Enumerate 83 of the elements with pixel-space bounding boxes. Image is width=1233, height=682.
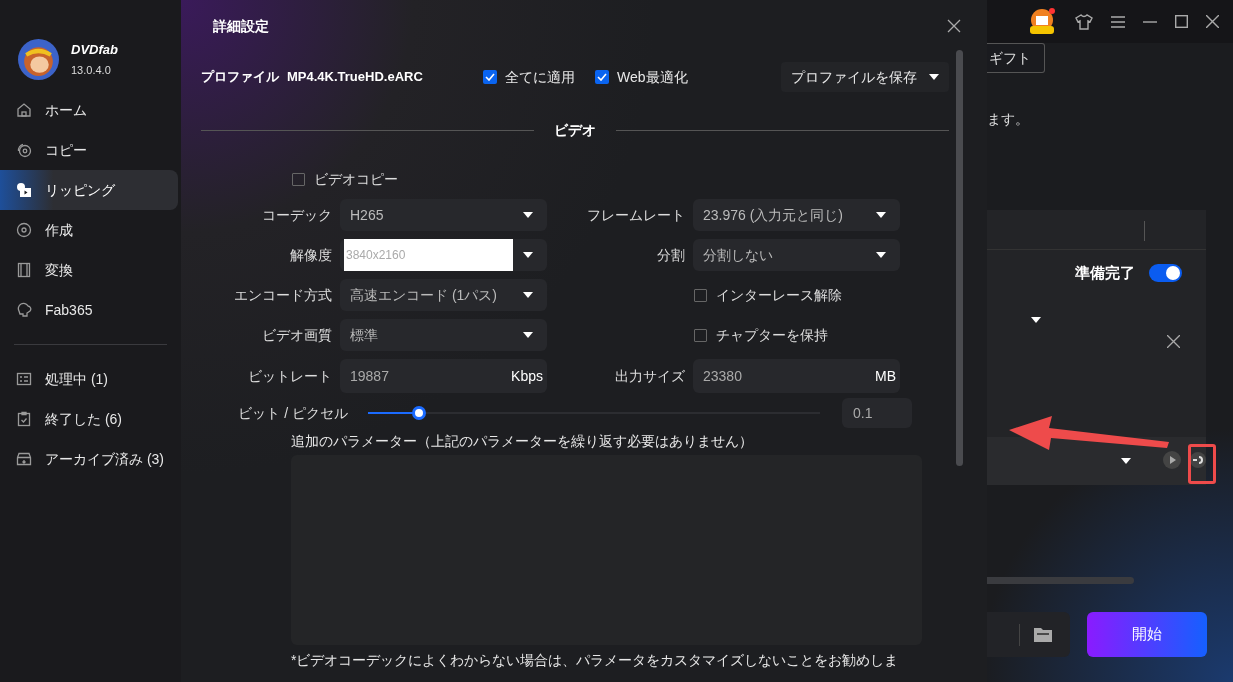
monkey-mascot-logo [18,38,59,80]
option-label: 全てに適用 [505,67,575,87]
maximize-icon[interactable] [1175,15,1188,28]
sidebar-item[interactable]: Fab365 [0,290,178,330]
brain-icon [16,302,32,318]
sidebar-item[interactable]: 処理中 (1) [0,359,181,399]
slider-label: ビット / ピクセル [237,403,348,423]
sidebar-item[interactable]: ホーム [0,90,178,130]
disc-icon [16,222,32,238]
field-label: エンコード方式 [233,285,332,305]
shirt-icon[interactable] [1075,13,1093,30]
message-text: ます。 [987,110,1029,129]
save-profile-dropdown[interactable]: プロファイルを保存 [781,62,949,92]
dialog-title: 詳細設定 [213,16,269,36]
field-label: コーデック [261,205,332,225]
app-name: DVDfab [71,40,118,59]
caret-icon [523,292,533,298]
ready-label: 準備完了 [1075,262,1135,283]
field-label: ビットレート [247,366,332,386]
close-icon[interactable] [947,19,961,33]
field-label: 分割 [656,245,685,265]
slider-thumb[interactable] [411,406,426,420]
slider[interactable] [368,406,820,420]
dropdown[interactable]: 標準 [340,319,547,351]
toggle-switch[interactable] [1149,264,1182,282]
sidebar-item[interactable]: リッピング [0,170,178,210]
sidebar-item[interactable]: 終了した (6) [0,399,181,439]
minimize-icon[interactable] [1143,20,1157,23]
menu-icon[interactable] [1111,15,1125,28]
checkbox-label: ビデオコピー [314,169,398,189]
sidebar-item[interactable]: コピー [0,130,178,170]
play-icon[interactable] [1163,451,1181,469]
section-heading: ビデオ [553,120,597,140]
option-label: Web最適化 [617,67,688,87]
caret-icon [523,332,533,338]
number-field[interactable]: 19887 Kbps [340,359,547,393]
params-label: 追加のパラメーター（上記のパラメーターを繰り返す必要はありません） [291,432,754,451]
caret-icon [523,212,533,218]
scrollbar[interactable] [956,50,963,466]
checklist-icon [16,371,32,387]
scrollbar[interactable] [987,577,1134,584]
highlight-frame [1188,444,1216,484]
slider-value-field[interactable]: 0.1 [842,398,912,428]
field-label: ビデオ画質 [261,325,332,345]
checkbox[interactable] [292,172,305,186]
close-icon[interactable] [1167,335,1180,348]
checkbox[interactable] [694,328,707,342]
close-icon[interactable] [1206,15,1219,28]
sidebar-item[interactable]: 変換 [0,250,178,290]
checkbox[interactable] [694,288,707,302]
field-label: 解像度 [289,245,332,265]
checkbox-label: インターレース解除 [716,285,842,305]
profile-name: MP4.4K.TrueHD.eARC [287,68,424,87]
dropdown[interactable]: 分割しない [693,239,900,271]
number-field[interactable]: 23380 MB [693,359,900,393]
discs-icon [16,142,32,158]
field-label: 出力サイズ [614,366,685,386]
field-label: フレームレート [586,205,685,225]
profile-label: プロファイル [201,68,279,87]
caret-icon [1121,458,1131,464]
caret-icon [876,212,886,218]
caret-icon [523,252,533,258]
dropdown[interactable]: 23.976 (入力元と同じ) [693,199,900,231]
dropdown[interactable]: 高速エンコード (1パス) [340,279,547,311]
folder-icon[interactable] [1034,627,1052,642]
checkbox[interactable] [483,70,497,84]
caret-icon [876,252,886,258]
caret-icon [1031,317,1041,323]
caret-icon [929,74,939,80]
checkbox[interactable] [595,70,609,84]
app-version: 13.0.4.0 [71,63,112,78]
checkbox-label: チャプターを保持 [716,325,828,345]
clipboard-check-icon [16,411,32,427]
home-icon [16,102,32,118]
sidebar-item[interactable]: 作成 [0,210,178,250]
sidebar-item[interactable]: アーカイブ済み (3) [0,439,181,479]
gift-free-badge-icon[interactable] [1027,7,1057,36]
note-text: *ビデオコーデックによくわからない場合は、パラメータをカスタマイズしないことをお勧めしま [291,651,900,670]
film-icon [16,262,32,278]
dropdown[interactable]: H265 [340,199,547,231]
archive-icon [16,451,32,467]
folder-play-icon [16,182,32,198]
start-button[interactable]: 開始 [1087,612,1207,657]
